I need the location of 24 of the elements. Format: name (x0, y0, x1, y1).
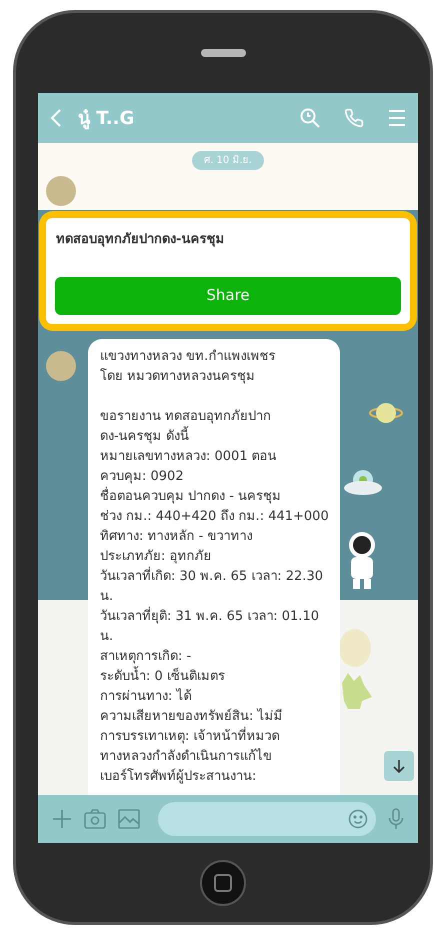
avatar (46, 176, 76, 206)
arrow-down-icon (393, 759, 405, 773)
chat-title: นู๋ T..G (78, 106, 134, 132)
search-icon[interactable] (300, 108, 320, 128)
plus-icon[interactable] (52, 809, 72, 829)
menu-icon[interactable] (388, 109, 406, 127)
speaker-grille (200, 49, 246, 57)
scroll-down-button[interactable] (384, 751, 414, 781)
home-square-icon (214, 874, 232, 892)
message-text: แขวงทางหลวง ขท.กำแพงเพชร โดย หมวดทางหลวงนครชุม ขอรายงาน ทดสอบอุทกภัยปาก ดง-นครชุม ดังนี้ หมายเลขทางหลวง: 0001 ตอน ควบคุม: 0902 ชื่อตอนควบคุม ปากดง - นครชุม ช่วง กม.: 440+420 ถึง กม.: 441+000 ทิศทาง: ทางหลัก - ขวาทาง ประเภทภัย: อุทกภัย วันเวลาที่เกิด: 30 พ.ค. 65 เวลา: 22.30 น. วันเวลาที่ยุติ: 31 พ.ค. 65 เวลา: 01.10 น. สาเหตุการเกิด: - ระดับน้ำ: 0 เซ็นติเมตร การผ่านทาง: ได้ ความเสียหายของทรัพย์สิน: ไม่มี การบรรเทาเหตุ: เจ้าหน้าที่หมวด ทางหลวงกำลังดำเนินการแก้ไข เบอร์โทรศัพท์ผู้ประสานงาน: (100, 348, 330, 786)
planet-icon (369, 400, 403, 426)
emoji-icon[interactable] (348, 809, 368, 829)
message-input[interactable] (158, 802, 376, 836)
camera-icon[interactable] (84, 809, 106, 829)
share-button[interactable]: Share (55, 276, 401, 314)
home-button[interactable] (200, 860, 246, 906)
date-badge: ศ. 10 มิ.ย. (192, 151, 264, 170)
image-icon[interactable] (118, 809, 140, 829)
card-title: ทดสอบอุทกภัยปากดง-นครชุม (55, 230, 226, 249)
phone-icon[interactable] (344, 108, 364, 128)
egg-drawing (338, 626, 372, 668)
back-icon[interactable] (50, 108, 62, 128)
microphone-icon[interactable] (388, 808, 404, 830)
avatar (46, 351, 76, 381)
